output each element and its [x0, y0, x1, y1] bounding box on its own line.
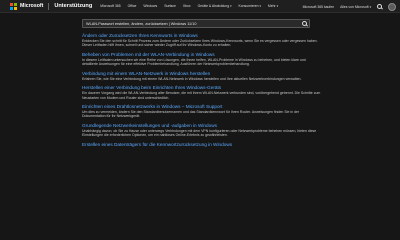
search-results-list: Ändern oder Zurücksetzen Ihres Kennworts…	[82, 33, 322, 152]
top-navigation-bar: Microsoft Unterstützung Microsoft 365 Of…	[0, 0, 400, 13]
nav-label-more: Mehr	[267, 4, 276, 8]
result-description: Ein dauerer Vorgang wird die WLAN-Verbin…	[82, 90, 321, 100]
section-title[interactable]: Unterstützung	[54, 3, 92, 9]
buy-microsoft365-link[interactable]: Microsoft 365 kaufen	[303, 5, 334, 9]
nav-item-more[interactable]: Mehr ▾	[268, 4, 278, 8]
logo-square-red	[10, 2, 13, 6]
search-icon	[302, 21, 307, 26]
chevron-down-icon: ▾	[230, 4, 232, 8]
list-item: Verbindung mit einem WLAN-Netzwerk in Wi…	[82, 71, 322, 81]
nav-item-windows[interactable]: Windows	[143, 4, 157, 8]
search-button[interactable]	[300, 20, 309, 28]
nav-item-xbox[interactable]: Xbox	[183, 4, 191, 8]
result-description: Erfahren Sie, wie Sie eine Verbindung mi…	[82, 76, 302, 81]
result-description: Um dies zu vermeiden, ändern Sie den Sta…	[82, 109, 300, 119]
result-description: Unabhängig davon, ob Sie zu Hause oder u…	[82, 128, 317, 138]
chevron-down-icon: ▾	[369, 4, 371, 9]
nav-label-devices: Geräte & Abwicklung	[197, 4, 230, 8]
list-item: Erstellen eines Datenträgers für die Ken…	[82, 142, 322, 148]
microsoft-logo[interactable]: Microsoft	[10, 2, 44, 10]
list-item: Ändern oder Zurücksetzen Ihres Kennworts…	[82, 33, 322, 48]
list-item: Einrichten eines Drahtlosnetzwerks in Wi…	[82, 104, 322, 119]
nav-item-microsoft365[interactable]: Microsoft 365	[100, 4, 120, 8]
nav-item-consume[interactable]: Konsumieren ▾	[239, 4, 261, 8]
search-icon[interactable]	[377, 4, 382, 9]
result-description: Entdecken Sie den schritt für Schritt Pr…	[82, 38, 318, 48]
chevron-down-icon: ▾	[276, 4, 279, 8]
chevron-down-icon: ▾	[259, 4, 261, 8]
microsoft-logo-icon	[10, 2, 17, 10]
nav-item-devices[interactable]: Geräte & Abwicklung ▾	[198, 4, 232, 8]
header-right: Microsoft 365 kaufen Alles von Microsoft…	[303, 0, 396, 13]
main-nav: Microsoft 365 Office Windows Surface Xbo…	[100, 4, 278, 8]
nav-item-surface[interactable]: Surface	[164, 4, 176, 8]
brand-name: Microsoft	[20, 3, 44, 9]
list-item: Herstellen einer Verbindung beim Einrich…	[82, 85, 322, 100]
all-microsoft-label: Alles von Microsoft	[340, 4, 369, 9]
result-title-link[interactable]: Erstellen eines Datenträgers für die Ken…	[82, 142, 322, 148]
search-box	[82, 19, 310, 28]
nav-label-consume: Konsumieren	[238, 4, 259, 8]
avatar[interactable]	[388, 2, 396, 11]
result-description: In diesem Leitfaden untersuchen wir eine…	[82, 57, 306, 67]
list-item: Grundlegende Netzwerkeinstellungen und -…	[82, 123, 322, 138]
logo-square-blue	[10, 6, 13, 10]
all-microsoft-menu[interactable]: Alles von Microsoft ▾	[340, 5, 371, 9]
search-input[interactable]	[86, 19, 300, 28]
logo-square-yellow	[14, 6, 17, 10]
header-divider	[48, 2, 50, 10]
list-item: Beheben von Problemen mit der WLAN-Verbi…	[82, 52, 322, 67]
logo-square-green	[14, 2, 17, 6]
nav-item-office[interactable]: Office	[128, 4, 137, 8]
